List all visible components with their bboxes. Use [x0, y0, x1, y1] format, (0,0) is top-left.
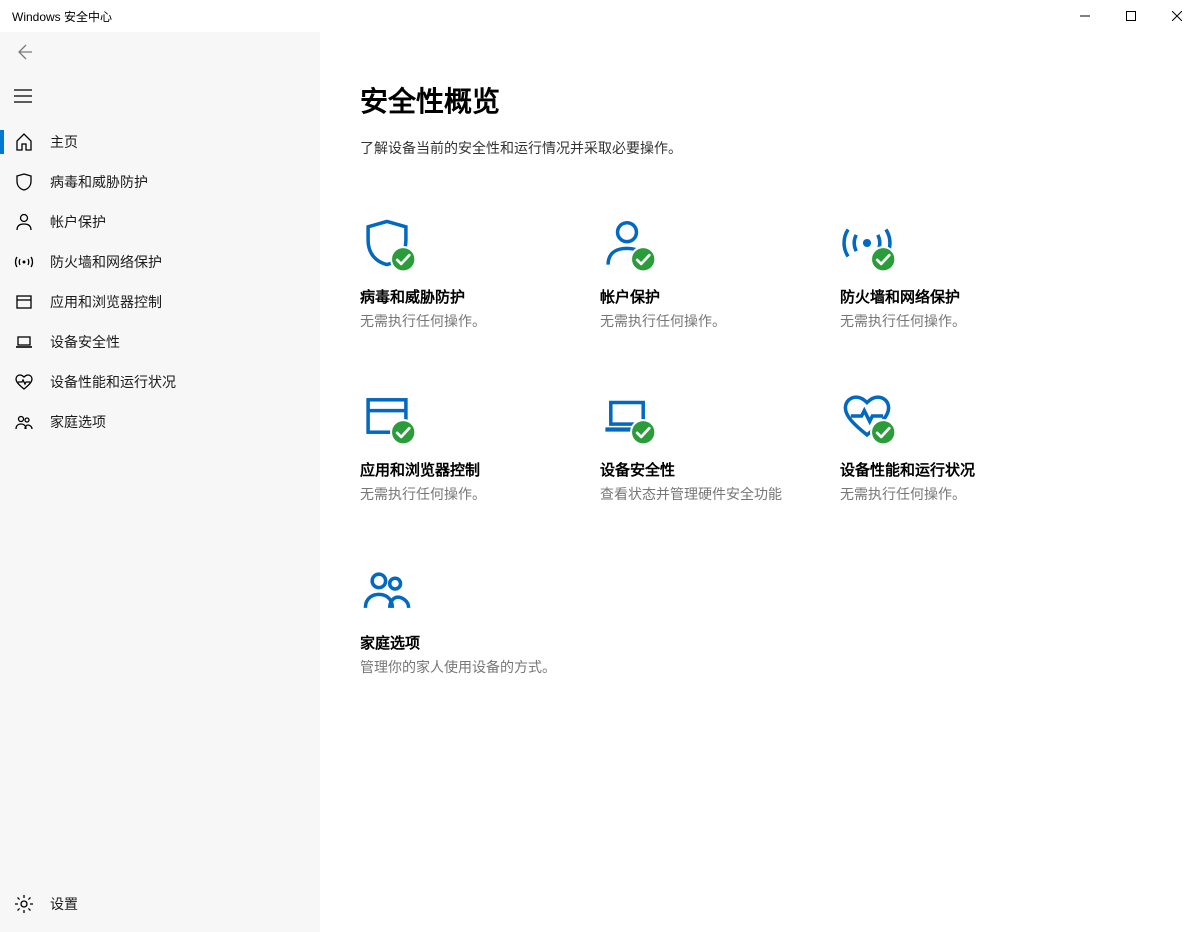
sidebar: 主页 病毒和威胁防护 帐户保护 防火墙和网络保护 应用和浏览器控制 设备安全性 — [0, 32, 320, 932]
shield-icon — [360, 214, 600, 270]
appbar-icon — [360, 387, 600, 443]
person-icon — [600, 214, 840, 270]
gear-icon — [14, 894, 34, 914]
close-button[interactable] — [1154, 0, 1200, 32]
nav-label: 防火墙和网络保护 — [50, 252, 162, 272]
nav-health[interactable]: 设备性能和运行状况 — [0, 362, 320, 402]
tile-person[interactable]: 帐户保护无需执行任何操作。 — [600, 214, 840, 331]
window-title: Windows 安全中心 — [12, 8, 112, 25]
tile-shield[interactable]: 病毒和威胁防护无需执行任何操作。 — [360, 214, 600, 331]
person-icon — [14, 212, 34, 232]
content: 安全性概览 了解设备当前的安全性和运行情况并采取必要操作。 病毒和威胁防护无需执… — [320, 32, 1200, 932]
nav-virus[interactable]: 病毒和威胁防护 — [0, 162, 320, 202]
nav-label: 设置 — [50, 894, 78, 914]
nav-appbrowser[interactable]: 应用和浏览器控制 — [0, 282, 320, 322]
tile-desc: 查看状态并管理硬件安全功能 — [600, 484, 840, 504]
nav-label: 设备性能和运行状况 — [50, 372, 176, 392]
tile-title: 病毒和威胁防护 — [360, 286, 600, 307]
minimize-button[interactable] — [1062, 0, 1108, 32]
nav-label: 应用和浏览器控制 — [50, 292, 162, 312]
nav-label: 主页 — [50, 132, 78, 152]
heart-icon — [14, 372, 34, 392]
tile-desc: 无需执行任何操作。 — [840, 484, 1080, 504]
tile-title: 帐户保护 — [600, 286, 840, 307]
nav-label: 帐户保护 — [50, 212, 106, 232]
titlebar: Windows 安全中心 — [0, 0, 1200, 32]
nav-home[interactable]: 主页 — [0, 122, 320, 162]
nav-label: 病毒和威胁防护 — [50, 172, 148, 192]
tile-desc: 无需执行任何操作。 — [360, 484, 600, 504]
nav-settings[interactable]: 设置 — [0, 884, 320, 924]
tile-grid: 病毒和威胁防护无需执行任何操作。帐户保护无需执行任何操作。防火墙和网络保护无需执… — [360, 214, 1160, 677]
tile-desc: 无需执行任何操作。 — [600, 311, 840, 331]
page-title: 安全性概览 — [360, 80, 1160, 120]
appbar-icon — [14, 292, 34, 312]
tile-desc: 管理你的家人使用设备的方式。 — [360, 657, 600, 677]
tile-title: 家庭选项 — [360, 632, 600, 653]
nav-label: 家庭选项 — [50, 412, 106, 432]
nav-device[interactable]: 设备安全性 — [0, 322, 320, 362]
tile-cellular[interactable]: 防火墙和网络保护无需执行任何操作。 — [840, 214, 1080, 331]
laptop-icon — [600, 387, 840, 443]
cellular-icon — [840, 214, 1080, 270]
back-button[interactable] — [14, 42, 34, 62]
tile-appbar[interactable]: 应用和浏览器控制无需执行任何操作。 — [360, 387, 600, 504]
heart-icon — [840, 387, 1080, 443]
shield-icon — [14, 172, 34, 192]
tile-title: 应用和浏览器控制 — [360, 459, 600, 480]
tile-family[interactable]: 家庭选项管理你的家人使用设备的方式。 — [360, 560, 600, 677]
nav: 主页 病毒和威胁防护 帐户保护 防火墙和网络保护 应用和浏览器控制 设备安全性 — [0, 122, 320, 442]
nav-firewall[interactable]: 防火墙和网络保护 — [0, 242, 320, 282]
tile-heart[interactable]: 设备性能和运行状况无需执行任何操作。 — [840, 387, 1080, 504]
tile-title: 设备安全性 — [600, 459, 840, 480]
home-icon — [14, 132, 34, 152]
hamburger-button[interactable] — [14, 89, 32, 103]
tile-title: 设备性能和运行状况 — [840, 459, 1080, 480]
family-icon — [14, 412, 34, 432]
laptop-icon — [14, 332, 34, 352]
cellular-icon — [14, 252, 34, 272]
maximize-button[interactable] — [1108, 0, 1154, 32]
tile-desc: 无需执行任何操作。 — [840, 311, 1080, 331]
tile-desc: 无需执行任何操作。 — [360, 311, 600, 331]
family-icon — [360, 560, 600, 616]
page-subtitle: 了解设备当前的安全性和运行情况并采取必要操作。 — [360, 138, 1160, 158]
nav-account[interactable]: 帐户保护 — [0, 202, 320, 242]
nav-family[interactable]: 家庭选项 — [0, 402, 320, 442]
tile-title: 防火墙和网络保护 — [840, 286, 1080, 307]
tile-laptop[interactable]: 设备安全性查看状态并管理硬件安全功能 — [600, 387, 840, 504]
nav-label: 设备安全性 — [50, 332, 120, 352]
